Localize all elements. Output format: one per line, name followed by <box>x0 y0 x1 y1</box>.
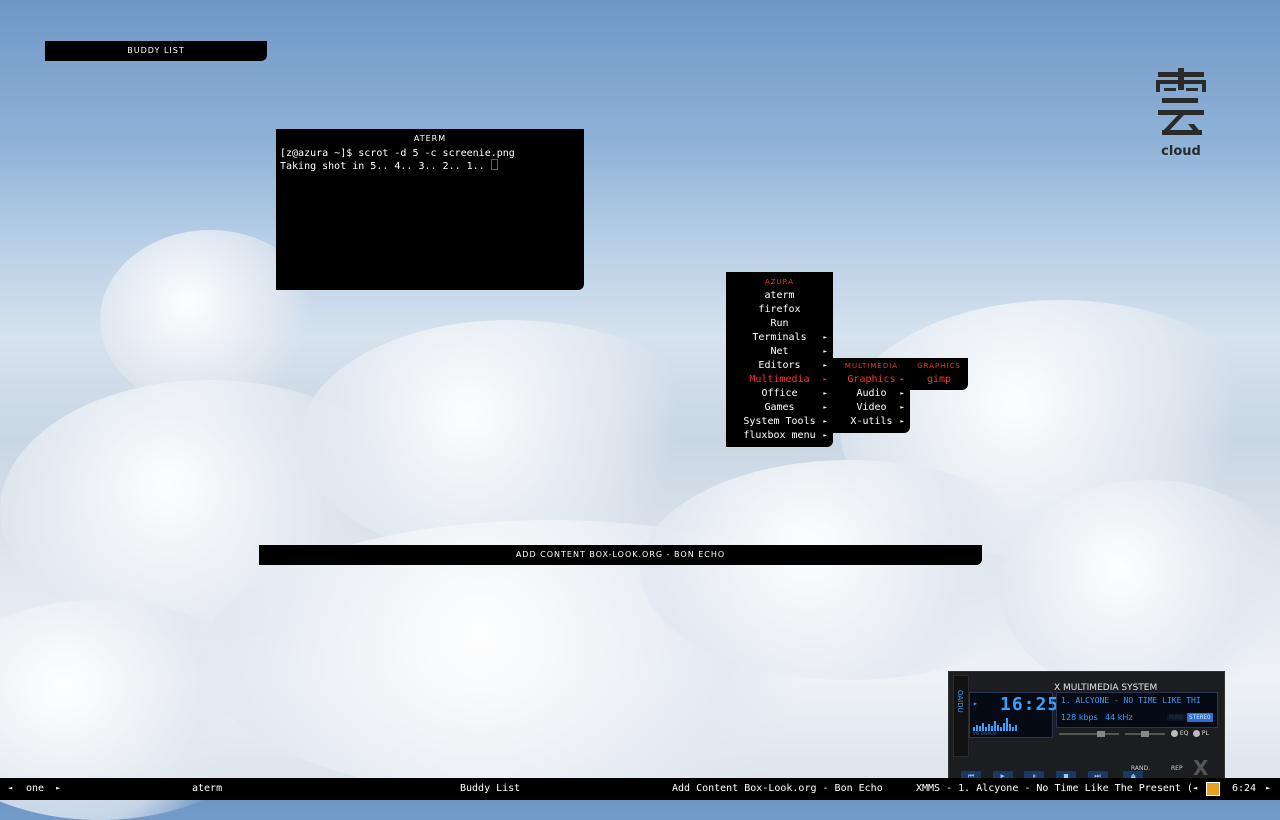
task-aterm[interactable]: aterm <box>192 783 222 794</box>
menu-item-terminals[interactable]: Terminals ► <box>726 331 833 345</box>
submenu-arrow-icon: ► <box>823 348 827 355</box>
submenu-arrow-icon: ► <box>823 362 827 369</box>
terminal-cursor <box>490 159 498 170</box>
submenu-arrow-icon: ► <box>823 334 827 341</box>
balance-knob[interactable] <box>1141 731 1149 737</box>
spectrum-bars <box>973 718 1017 731</box>
menu-item-x-utils[interactable]: X-utils ► <box>833 415 910 429</box>
tray-arrow-icon[interactable]: ◄ <box>1193 784 1197 792</box>
menu-item-audio[interactable]: Audio ► <box>833 387 910 401</box>
workspace-prev-icon[interactable]: ◄ <box>8 784 12 792</box>
balance-slider[interactable] <box>1125 731 1165 737</box>
tray-app-icon[interactable] <box>1206 782 1220 796</box>
xmms-bitrate: 128 kbps <box>1061 713 1098 722</box>
xmms-samplerate: 44 kHz <box>1105 713 1133 722</box>
eq-toggle[interactable]: EQ <box>1171 730 1188 737</box>
multimedia-submenu: MULTIMEDIA Graphics ► Audio ► Video ► X-uti… <box>833 358 910 433</box>
root-menu: AZURA aterm firefox Run Terminals ► Net ► … <box>726 272 833 447</box>
xmms-song-title[interactable]: 1. ALCYONE - NO TIME LIKE THI <box>1061 696 1215 705</box>
multimedia-menu-title: MULTIMEDIA <box>844 362 899 370</box>
stereo-indicator: STEREO <box>1187 713 1213 722</box>
eq-label: EQ <box>1179 730 1189 737</box>
mono-indicator: MONO <box>1167 714 1186 721</box>
shuffle-button[interactable]: RAND. <box>1131 765 1150 772</box>
volume-knob[interactable] <box>1097 731 1105 737</box>
pl-toggle[interactable]: PL <box>1193 730 1209 737</box>
submenu-arrow-icon: ► <box>900 418 904 425</box>
menu-item-firefox[interactable]: firefox <box>726 303 833 317</box>
spectrum-visualizer[interactable] <box>973 715 1023 731</box>
transport-controls: ⏮ ▶ ⏸ ■ ⏭ ⏏ <box>961 763 1144 782</box>
taskbar-clock: 6:24 <box>1232 783 1257 794</box>
submenu-arrow-icon: ► <box>823 376 827 383</box>
menu-item-net[interactable]: Net ► <box>726 345 833 359</box>
menu-item-office[interactable]: Office ► <box>726 387 833 401</box>
cloud-logo: cloud <box>1156 68 1206 158</box>
terminal-line-2: Taking shot in 5.. 4.. 3.. 2.. 1.. <box>280 161 491 172</box>
volume-slider[interactable] <box>1059 731 1119 737</box>
menu-item-games[interactable]: Games ► <box>726 401 833 415</box>
xmms-left-strip: OAIDU <box>953 675 969 757</box>
xmms-player[interactable]: OAIDU X MULTIMEDIA SYSTEM ▸ 16:25 VIS DI… <box>948 671 1225 782</box>
xmms-time[interactable]: 16:25 <box>1000 694 1059 715</box>
xmms-logo-icon: X <box>1193 756 1209 780</box>
menu-item-aterm[interactable]: aterm <box>726 289 833 303</box>
menu-item-gimp[interactable]: gimp <box>910 373 968 387</box>
play-indicator-icon: ▸ <box>973 699 978 708</box>
submenu-arrow-icon: ► <box>823 432 827 439</box>
task-buddy-list[interactable]: Buddy List <box>460 783 520 794</box>
task-xmms[interactable]: XMMS - 1. Alcyone - No Time Like The Pre… <box>916 783 1193 794</box>
aterm-window[interactable]: ATERM [z@azura ~]$ scrot -d 5 -c screeni… <box>276 129 584 290</box>
graphics-menu-title: GRAPHICS <box>917 362 961 370</box>
submenu-arrow-icon: ► <box>823 404 827 411</box>
eq-knob-icon <box>1171 730 1178 737</box>
menu-item-graphics[interactable]: Graphics ► <box>833 373 910 387</box>
submenu-arrow-icon: ► <box>900 376 904 383</box>
pl-knob-icon <box>1193 730 1200 737</box>
xmms-side-label: OAIDU <box>956 690 964 713</box>
browser-title: ADD CONTENT BOX-LOOK.ORG - BON ECHO <box>515 550 726 559</box>
xmms-lcd: ▸ 16:25 VIS DISPLAY <box>969 692 1058 738</box>
buddy-list-title: BUDDY LIST <box>127 46 185 55</box>
terminal-line-1: [z@azura ~]$ scrot -d 5 -c screenie.png <box>280 148 515 159</box>
submenu-arrow-icon: ► <box>900 404 904 411</box>
menu-item-video[interactable]: Video ► <box>833 401 910 415</box>
root-menu-title: AZURA <box>764 278 795 286</box>
xmms-info-panel: 1. ALCYONE - NO TIME LIKE THI 128 kbps 4… <box>1056 692 1218 728</box>
aterm-title: ATERM <box>413 134 447 143</box>
submenu-arrow-icon: ► <box>823 418 827 425</box>
pl-label: PL <box>1201 730 1209 737</box>
vis-label: VIS DISPLAY <box>973 731 998 736</box>
buddy-list-titlebar[interactable]: BUDDY LIST <box>45 41 267 61</box>
task-browser[interactable]: Add Content Box-Look.org - Bon Echo <box>672 783 883 794</box>
menu-item-fluxbox-menu[interactable]: fluxbox menu ► <box>726 429 833 443</box>
logo-text: cloud <box>1161 144 1201 158</box>
submenu-arrow-icon: ► <box>823 390 827 397</box>
submenu-arrow-icon: ► <box>900 390 904 397</box>
graphics-submenu: GRAPHICS gimp <box>910 358 968 390</box>
clock-arrow-icon[interactable]: ► <box>1266 784 1270 792</box>
menu-item-multimedia[interactable]: Multimedia ► <box>726 373 833 387</box>
menu-item-editors[interactable]: Editors ► <box>726 359 833 373</box>
repeat-button[interactable]: REP <box>1171 765 1183 772</box>
taskbar: ◄ one ► aterm Buddy List Add Content Box… <box>0 778 1280 800</box>
workspace-next-icon[interactable]: ► <box>56 784 60 792</box>
terminal-output[interactable]: [z@azura ~]$ scrot -d 5 -c screenie.png … <box>280 149 584 172</box>
menu-item-run[interactable]: Run <box>726 317 833 331</box>
browser-titlebar[interactable]: ADD CONTENT BOX-LOOK.ORG - BON ECHO <box>259 545 982 565</box>
menu-item-system-tools[interactable]: System Tools ► <box>726 415 833 429</box>
workspace-name[interactable]: one <box>26 783 44 794</box>
